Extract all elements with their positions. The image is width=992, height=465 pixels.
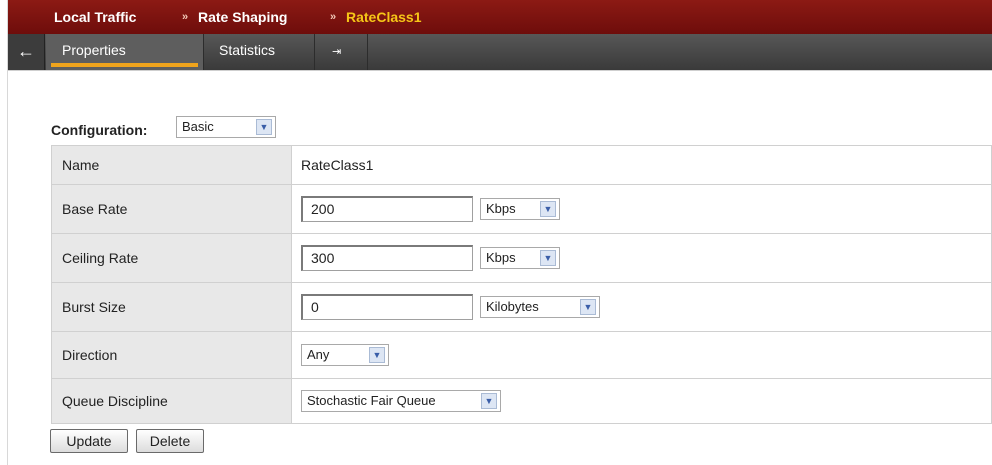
configuration-select[interactable]: Basic ▼ bbox=[176, 116, 276, 138]
name-value-cell: RateClass1 bbox=[291, 145, 992, 185]
tab-properties[interactable]: Properties bbox=[46, 34, 204, 70]
chevron-down-icon: ▼ bbox=[580, 299, 596, 315]
direction-label: Direction bbox=[51, 331, 292, 379]
base-rate-unit-select[interactable]: Kbps ▼ bbox=[480, 198, 560, 220]
queue-discipline-select[interactable]: Stochastic Fair Queue ▼ bbox=[301, 390, 501, 412]
chevron-down-icon: ▼ bbox=[540, 201, 556, 217]
select-value: Kbps bbox=[486, 250, 516, 265]
base-rate-cell: 200 Kbps ▼ bbox=[291, 184, 992, 234]
breadcrumb-item-current: RateClass1 bbox=[346, 9, 422, 25]
select-value: Basic bbox=[182, 119, 214, 134]
direction-select[interactable]: Any ▼ bbox=[301, 344, 389, 366]
tab-label: Statistics bbox=[219, 42, 276, 58]
table-row: Ceiling Rate 300 Kbps ▼ bbox=[51, 233, 992, 283]
breadcrumb-separator-icon: » bbox=[182, 11, 189, 23]
arrow-left-icon: ← bbox=[17, 41, 35, 61]
burst-size-input[interactable]: 0 bbox=[301, 294, 473, 320]
table-row: Queue Discipline Stochastic Fair Queue ▼ bbox=[51, 378, 992, 424]
ceiling-rate-cell: 300 Kbps ▼ bbox=[291, 233, 992, 283]
select-value: Any bbox=[307, 347, 330, 362]
base-rate-input[interactable]: 200 bbox=[301, 196, 473, 222]
breadcrumb: Local Traffic » Rate Shaping » RateClass… bbox=[8, 0, 992, 34]
select-value: Kbps bbox=[486, 201, 516, 216]
breadcrumb-item-rate-shaping[interactable]: Rate Shaping bbox=[198, 9, 287, 25]
tab-label: Properties bbox=[62, 42, 126, 58]
properties-table: Name RateClass1 Base Rate 200 Kbps ▼ Cei… bbox=[51, 145, 992, 424]
chevron-down-icon: ▼ bbox=[540, 250, 556, 266]
base-rate-label: Base Rate bbox=[51, 184, 292, 234]
burst-size-label: Burst Size bbox=[51, 282, 292, 332]
queue-discipline-cell: Stochastic Fair Queue ▼ bbox=[291, 378, 992, 424]
name-value: RateClass1 bbox=[301, 157, 374, 173]
tab-statistics[interactable]: Statistics bbox=[205, 34, 315, 70]
table-row: Base Rate 200 Kbps ▼ bbox=[51, 184, 992, 234]
active-tab-indicator bbox=[51, 63, 198, 67]
delete-button[interactable]: Delete bbox=[136, 429, 204, 453]
configuration-label: Configuration: bbox=[51, 122, 148, 138]
queue-discipline-label: Queue Discipline bbox=[51, 378, 292, 424]
table-row: Burst Size 0 Kilobytes ▼ bbox=[51, 282, 992, 332]
tab-bar: ← Properties Statistics ⇥ bbox=[8, 34, 992, 70]
update-button[interactable]: Update bbox=[50, 429, 128, 453]
chevron-down-icon: ▼ bbox=[481, 393, 497, 409]
burst-size-unit-select[interactable]: Kilobytes ▼ bbox=[480, 296, 600, 318]
table-row: Name RateClass1 bbox=[51, 145, 992, 185]
table-row: Direction Any ▼ bbox=[51, 331, 992, 379]
breadcrumb-item-local-traffic[interactable]: Local Traffic bbox=[54, 9, 136, 25]
export-icon: ⇥ bbox=[332, 46, 342, 58]
back-button[interactable]: ← bbox=[8, 34, 45, 70]
select-value: Stochastic Fair Queue bbox=[307, 393, 436, 408]
chevron-down-icon: ▼ bbox=[256, 119, 272, 135]
chevron-down-icon: ▼ bbox=[369, 347, 385, 363]
select-value: Kilobytes bbox=[486, 299, 539, 314]
ceiling-rate-label: Ceiling Rate bbox=[51, 233, 292, 283]
content-divider bbox=[8, 70, 992, 71]
name-label: Name bbox=[51, 145, 292, 185]
breadcrumb-separator-icon: » bbox=[330, 11, 337, 23]
burst-size-cell: 0 Kilobytes ▼ bbox=[291, 282, 992, 332]
ceiling-rate-input[interactable]: 300 bbox=[301, 245, 473, 271]
direction-cell: Any ▼ bbox=[291, 331, 992, 379]
ceiling-rate-unit-select[interactable]: Kbps ▼ bbox=[480, 247, 560, 269]
export-button[interactable]: ⇥ bbox=[316, 34, 368, 70]
